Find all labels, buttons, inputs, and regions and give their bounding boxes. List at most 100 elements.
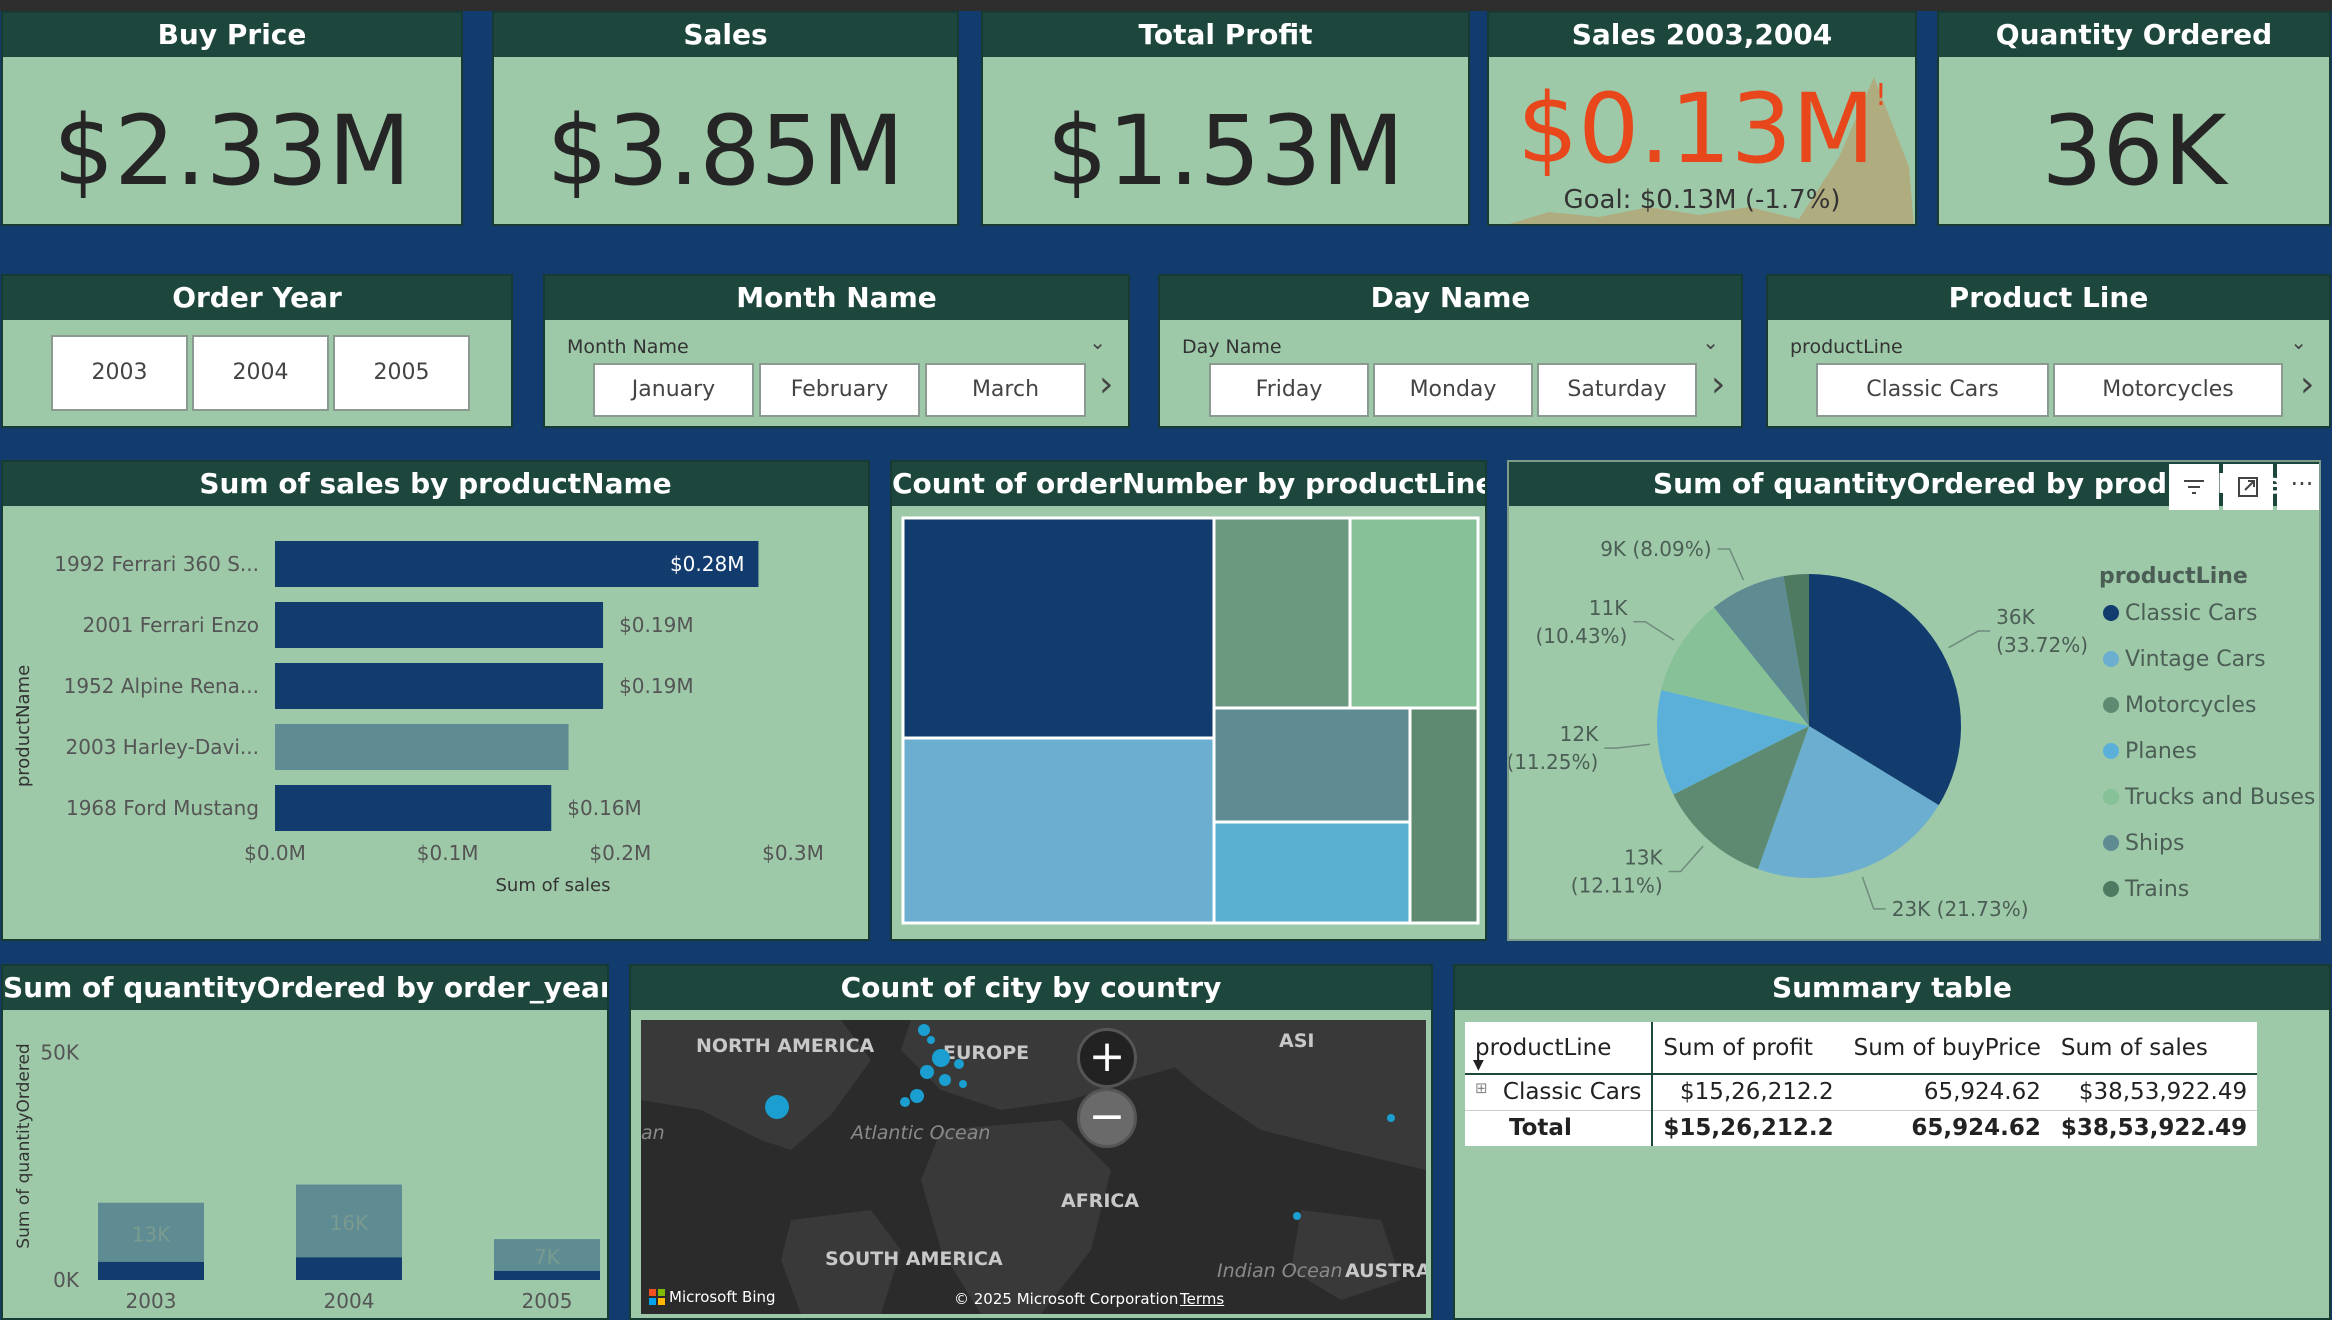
x-axis-label: Sum of sales <box>495 875 610 896</box>
y-tick-label: 0K <box>53 1268 80 1292</box>
chart-treemap-orders[interactable]: Count of orderNumber by productLine <box>890 460 1487 941</box>
chart-pie-quantity[interactable]: Sum of quantityOrdered by productLine 36… <box>1507 460 2321 941</box>
slicer-option-saturday[interactable]: Saturday <box>1537 363 1697 417</box>
map-bubble <box>765 1095 789 1119</box>
chevron-right-icon[interactable]: › <box>2300 364 2314 405</box>
legend-item-label: Classic Cars <box>2125 601 2257 626</box>
kpi-sales-2003-2004[interactable]: Sales 2003,2004 $0.13M! Goal: $0.13M (-1… <box>1487 11 1917 226</box>
kpi-buy-price[interactable]: Buy Price $2.33M <box>1 11 463 226</box>
slicer-option-friday[interactable]: Friday <box>1209 363 1369 417</box>
y-tick-label: 50K <box>40 1041 79 1065</box>
slicer-option-motorcycles[interactable]: Motorcycles <box>2053 363 2283 417</box>
slicer-field-label: Day Name <box>1182 336 1282 358</box>
more-options-icon[interactable]: ··· <box>2277 464 2319 510</box>
zoom-in-button[interactable]: + <box>1077 1028 1137 1088</box>
map-bubble <box>954 1059 964 1069</box>
column-header-profit[interactable]: Sum of profit <box>1652 1022 1843 1074</box>
top-bar <box>0 0 2332 11</box>
chart-sales-by-product[interactable]: Sum of sales by productName productName 1… <box>1 460 870 941</box>
chevron-right-icon[interactable]: › <box>1711 364 1725 405</box>
slicer-month-name[interactable]: Month Name Month Name ⌄ January February… <box>543 274 1130 428</box>
bar <box>275 724 569 770</box>
slicer-field-label: Month Name <box>567 336 689 358</box>
chart-title: Count of orderNumber by productLine <box>892 462 1485 506</box>
slicer-option-january[interactable]: January <box>593 363 754 417</box>
microsoft-logo-icon <box>649 1289 665 1305</box>
cell-total-profit: $15,26,212.2 <box>1663 1115 1834 1142</box>
pie-leader-line <box>1948 630 1991 649</box>
bar-category-label: 1952 Alpine Rena... <box>64 674 259 698</box>
kpi-sales[interactable]: Sales $3.85M <box>492 11 959 226</box>
treemap-cell-planes <box>1212 820 1412 925</box>
kpi-total-profit[interactable]: Total Profit $1.53M <box>981 11 1470 226</box>
pie-data-label: 23K (21.73%) <box>1892 897 2029 921</box>
expand-icon[interactable]: ⊞ <box>1475 1079 1488 1097</box>
treemap-chart <box>901 516 1480 925</box>
pie-data-label: (10.43%) <box>1535 624 1627 648</box>
focus-mode-icon[interactable] <box>2223 464 2273 510</box>
slicer-option-march[interactable]: March <box>925 363 1086 417</box>
kpi-quantity-ordered[interactable]: Quantity Ordered 36K <box>1937 11 2331 226</box>
map-bubble <box>1387 1114 1395 1122</box>
legend-item-label: Trains <box>2124 877 2189 902</box>
pie-data-label: (11.25%) <box>1509 750 1598 774</box>
summary-table-card[interactable]: Summary table productLine ▼ Sum of profi… <box>1453 964 2331 1320</box>
pie-chart: 36K (33.72%) 23K (21.73%) 13K (12.11%) 12K (11… <box>1509 537 2315 921</box>
filter-icon[interactable] <box>2169 464 2219 510</box>
map-city-by-country[interactable]: Count of city by country NORTH AMERICA E… <box>629 964 1433 1320</box>
map-terms-link[interactable]: Terms <box>1180 1290 1224 1308</box>
kpi-goal: Goal: $0.13M (-1.7%) <box>1563 185 1841 215</box>
slicer-option-february[interactable]: February <box>759 363 920 417</box>
pie-leader-line <box>1633 621 1675 641</box>
chevron-down-icon[interactable]: ⌄ <box>2290 330 2307 354</box>
kpi-title: Total Profit <box>983 13 1468 57</box>
map-bubble <box>1293 1212 1301 1220</box>
slicer-title: Month Name <box>545 276 1128 320</box>
slicer-option-2005[interactable]: 2005 <box>333 335 470 411</box>
slicer-option-2004[interactable]: 2004 <box>192 335 329 411</box>
legend-marker <box>2103 789 2119 805</box>
x-tick-label: $0.0M <box>244 841 306 865</box>
map-canvas[interactable]: NORTH AMERICA EUROPE ASI Atlantic Ocean … <box>641 1020 1426 1314</box>
chevron-down-icon[interactable]: ⌄ <box>1089 330 1106 354</box>
slicer-option-monday[interactable]: Monday <box>1373 363 1533 417</box>
bar <box>275 663 604 709</box>
cell-profit: $15,26,212.2 <box>1679 1079 1834 1106</box>
legend-marker <box>2103 743 2119 759</box>
map-title: Count of city by country <box>631 966 1431 1010</box>
bing-label: Microsoft Bing <box>669 1288 776 1306</box>
bar <box>275 602 604 648</box>
column-header-label: productLine <box>1475 1034 1612 1061</box>
treemap-cell-trains <box>1408 706 1480 925</box>
treemap-cell-vintage-cars <box>901 736 1216 925</box>
treemap-cell-ships <box>1212 706 1412 824</box>
column-header-sales[interactable]: Sum of sales <box>2051 1022 2257 1074</box>
chevron-down-icon[interactable]: ⌄ <box>1702 330 1719 354</box>
table-header-row: productLine ▼ Sum of profit Sum of buyPr… <box>1465 1022 2258 1074</box>
x-tick-label: 2004 <box>324 1289 375 1313</box>
map-bubble <box>918 1024 930 1036</box>
table-total-row: Total $15,26,212.2 65,924.62 $38,53,922.… <box>1465 1110 2257 1146</box>
slicer-option-2003[interactable]: 2003 <box>51 335 188 411</box>
cell-sales: $38,53,922.49 <box>2078 1079 2248 1106</box>
slicer-order-year[interactable]: Order Year 2003 2004 2005 <box>1 274 513 428</box>
column-header-productline[interactable]: productLine ▼ <box>1465 1022 1654 1074</box>
bar-data-label: 16K <box>330 1211 369 1235</box>
summary-table: productLine ▼ Sum of profit Sum of buyPr… <box>1465 1022 2258 1146</box>
chart-quantity-by-year[interactable]: Sum of quantityOrdered by order_year Sum… <box>1 964 609 1320</box>
bar-data-label: $0.19M <box>619 613 694 637</box>
chevron-right-icon[interactable]: › <box>1099 364 1113 405</box>
kpi-value: $2.33M <box>53 95 411 207</box>
pie-data-label: 12K <box>1560 722 1599 746</box>
slicer-day-name[interactable]: Day Name Day Name ⌄ Friday Monday Saturd… <box>1158 274 1743 428</box>
column-header-buyprice[interactable]: Sum of buyPrice <box>1844 1022 2051 1074</box>
legend-item-label: Vintage Cars <box>2125 647 2266 672</box>
slicer-product-line[interactable]: Product Line productLine ⌄ Classic Cars … <box>1766 274 2331 428</box>
chart-title: Sum of sales by productName <box>3 462 868 506</box>
bar <box>275 785 552 831</box>
zoom-out-button[interactable]: − <box>1077 1088 1137 1148</box>
slicer-option-classic-cars[interactable]: Classic Cars <box>1816 363 2049 417</box>
map-bubbles <box>765 1024 1395 1220</box>
x-tick-label: $0.1M <box>417 841 479 865</box>
x-tick-label: $0.2M <box>589 841 651 865</box>
